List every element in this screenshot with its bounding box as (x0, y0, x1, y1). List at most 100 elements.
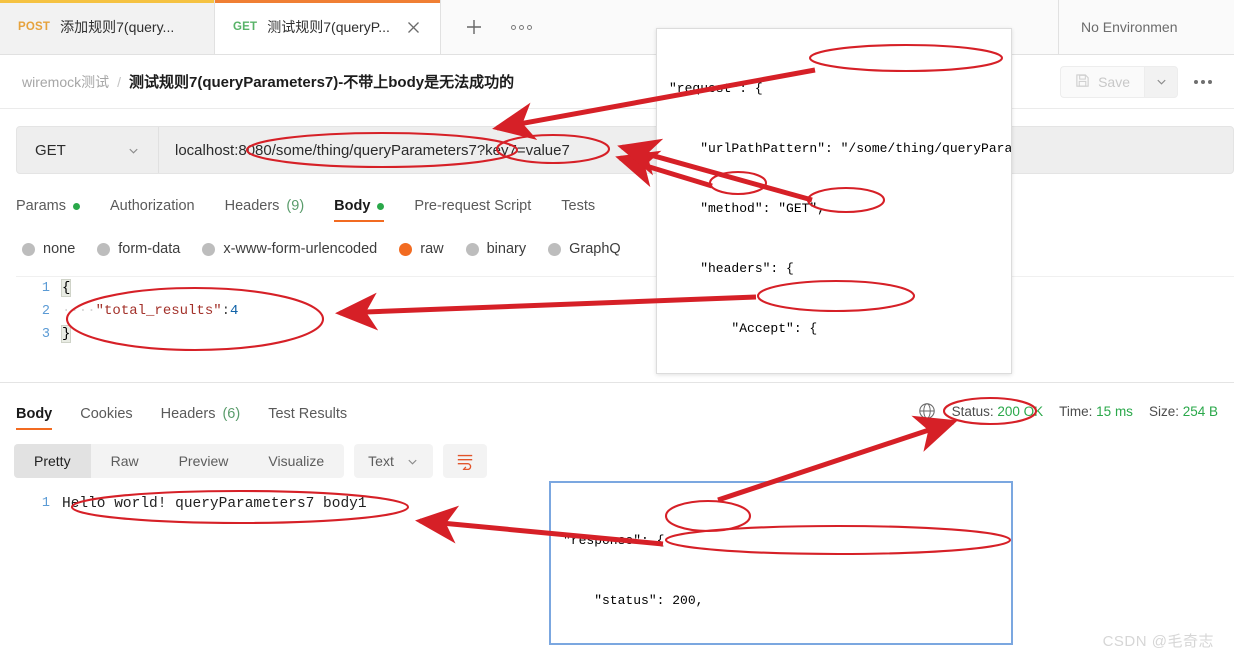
response-tab-body[interactable]: Body (16, 406, 53, 430)
status-value: 200 OK (997, 403, 1044, 419)
time-group: Time: 15 ms (1059, 404, 1133, 419)
response-tab-test-results-label: Test Results (268, 406, 348, 422)
json-line: "method": "GET", (669, 201, 826, 216)
json-line: "request": { (669, 81, 763, 96)
http-method-select[interactable]: GET (17, 127, 159, 173)
request-more-icon[interactable] (1194, 79, 1212, 84)
radio-icon (548, 242, 562, 256)
tab-top-accent-bar (0, 0, 214, 3)
modified-dot-icon (72, 202, 80, 210)
body-type-graphql-label: GraphQ (569, 241, 621, 257)
line-number: 3 (41, 327, 50, 342)
radio-icon (465, 242, 479, 256)
response-tab-test-results[interactable]: Test Results (268, 406, 347, 430)
json-line: "response": { (563, 533, 665, 548)
tabstrip-more-icon[interactable] (510, 24, 532, 30)
request-section-tabs: Params Authorization Headers (9) Body Pr… (16, 186, 595, 222)
tab-authorization-label: Authorization (109, 198, 195, 214)
tab-strip: POST 添加规则7(query... GET 测试规则7(queryP... … (0, 0, 1234, 55)
status-group: Status: 200 OK (952, 404, 1044, 419)
http-method-value: GET (35, 141, 66, 159)
wiremock-request-json-overlay: "request": { "urlPathPattern": "/some/th… (656, 28, 1012, 374)
response-viewer-toolbar: Pretty Raw Preview Visualize Text (14, 444, 487, 478)
body-type-raw-label: raw (420, 241, 444, 257)
tab-headers-count: (9) (286, 198, 305, 214)
response-tab-headers[interactable]: Headers (6) (161, 406, 241, 430)
globe-icon[interactable] (918, 402, 936, 420)
save-button[interactable]: Save (1060, 65, 1144, 98)
tab-title: 测试规则7(queryP... (267, 19, 390, 35)
tab-body[interactable]: Body (334, 198, 385, 222)
breadcrumb-collection[interactable]: wiremock测试 (22, 72, 109, 92)
modified-dot-icon (377, 202, 385, 210)
editor-code[interactable]: { ····"total_results":4 } (60, 277, 238, 346)
line-number: 2 (41, 304, 50, 319)
response-view-mode-group: Pretty Raw Preview Visualize (14, 444, 345, 478)
body-type-none[interactable]: none (22, 241, 75, 257)
body-type-none-label: none (43, 241, 76, 257)
environment-label: No Environmen (1081, 19, 1178, 35)
tab-body-label: Body (334, 198, 371, 214)
url-bar: GET localhost:8080/some/thing/queryParam… (16, 126, 1234, 174)
close-icon[interactable] (406, 19, 422, 35)
body-type-graphql[interactable]: GraphQ (548, 241, 621, 257)
new-tab-icon[interactable] (463, 16, 485, 38)
body-type-urlencoded[interactable]: x-www-form-urlencoded (202, 241, 377, 257)
wrap-lines-button[interactable] (442, 444, 487, 478)
response-format-select[interactable]: Text (354, 444, 433, 478)
code-line-1: { (60, 277, 238, 300)
response-section-tabs: Body Cookies Headers (6) Test Results (16, 396, 347, 430)
response-tab-headers-count: (6) (222, 406, 241, 422)
radio-icon (97, 242, 111, 256)
wrap-lines-icon (457, 454, 473, 470)
view-mode-raw[interactable]: Raw (91, 444, 159, 478)
response-format-value: Text (368, 453, 394, 469)
view-mode-pretty[interactable]: Pretty (14, 444, 91, 478)
body-type-radio-group: none form-data x-www-form-urlencoded raw… (22, 236, 621, 262)
tab-pre-request-script[interactable]: Pre-request Script (414, 198, 531, 222)
code-line-2: ····"total_results":4 (62, 300, 238, 323)
indent-dots: ···· (62, 303, 96, 319)
postman-window: POST 添加规则7(query... GET 测试规则7(queryP... … (0, 0, 1234, 665)
json-key: "total_results" (95, 303, 222, 319)
open-brace: { (60, 279, 72, 297)
response-tab-cookies-label: Cookies (80, 406, 133, 422)
request-tab-post[interactable]: POST 添加规则7(query... (0, 0, 215, 54)
url-text-value: localhost:8080/some/thing/queryParameter… (175, 141, 570, 159)
tab-tests-label: Tests (561, 198, 596, 214)
tab-headers[interactable]: Headers (9) (225, 198, 305, 222)
request-body-editor[interactable]: 1 2 3 { ····"total_results":4 } (16, 276, 1234, 376)
size-label: Size: (1148, 403, 1179, 419)
time-label: Time: (1059, 403, 1093, 419)
tab-title: 添加规则7(query... (60, 19, 175, 35)
save-dropdown-button[interactable] (1144, 65, 1178, 98)
environment-selector[interactable]: No Environmen (1059, 0, 1234, 54)
chevron-down-icon (129, 148, 138, 154)
radio-icon-selected (399, 242, 413, 256)
response-body-text: Hello world! queryParameters7 body1 (62, 496, 367, 512)
body-type-form-data[interactable]: form-data (97, 241, 180, 257)
body-type-form-data-label: form-data (118, 241, 181, 257)
save-button-group: Save (1060, 65, 1212, 98)
tab-authorization[interactable]: Authorization (110, 198, 195, 222)
tab-params[interactable]: Params (16, 198, 80, 222)
request-header-bar: wiremock测试 / 测试规则7(queryParameters7)-不带上… (0, 55, 1234, 109)
json-colon: : (221, 303, 231, 319)
tab-method-label: POST (18, 21, 51, 33)
request-tab-get[interactable]: GET 测试规则7(queryP... (215, 0, 441, 54)
json-line: "headers": { (669, 261, 794, 276)
watermark: CSDN @毛奇志 (1102, 633, 1214, 650)
time-value: 15 ms (1096, 403, 1133, 419)
view-mode-visualize[interactable]: Visualize (248, 444, 344, 478)
body-type-raw[interactable]: raw (399, 241, 444, 257)
tab-headers-label: Headers (224, 198, 280, 214)
json-line: "status": 200, (563, 593, 704, 608)
tab-tests[interactable]: Tests (561, 198, 595, 222)
view-mode-preview[interactable]: Preview (159, 444, 249, 478)
body-type-urlencoded-label: x-www-form-urlencoded (223, 241, 378, 257)
tab-top-accent-bar (215, 0, 440, 3)
response-divider (0, 382, 1234, 383)
body-type-binary[interactable]: binary (465, 241, 526, 257)
json-line: "urlPathPattern": "/some/thing/queryPara… (700, 141, 1012, 156)
response-tab-cookies[interactable]: Cookies (80, 406, 132, 430)
